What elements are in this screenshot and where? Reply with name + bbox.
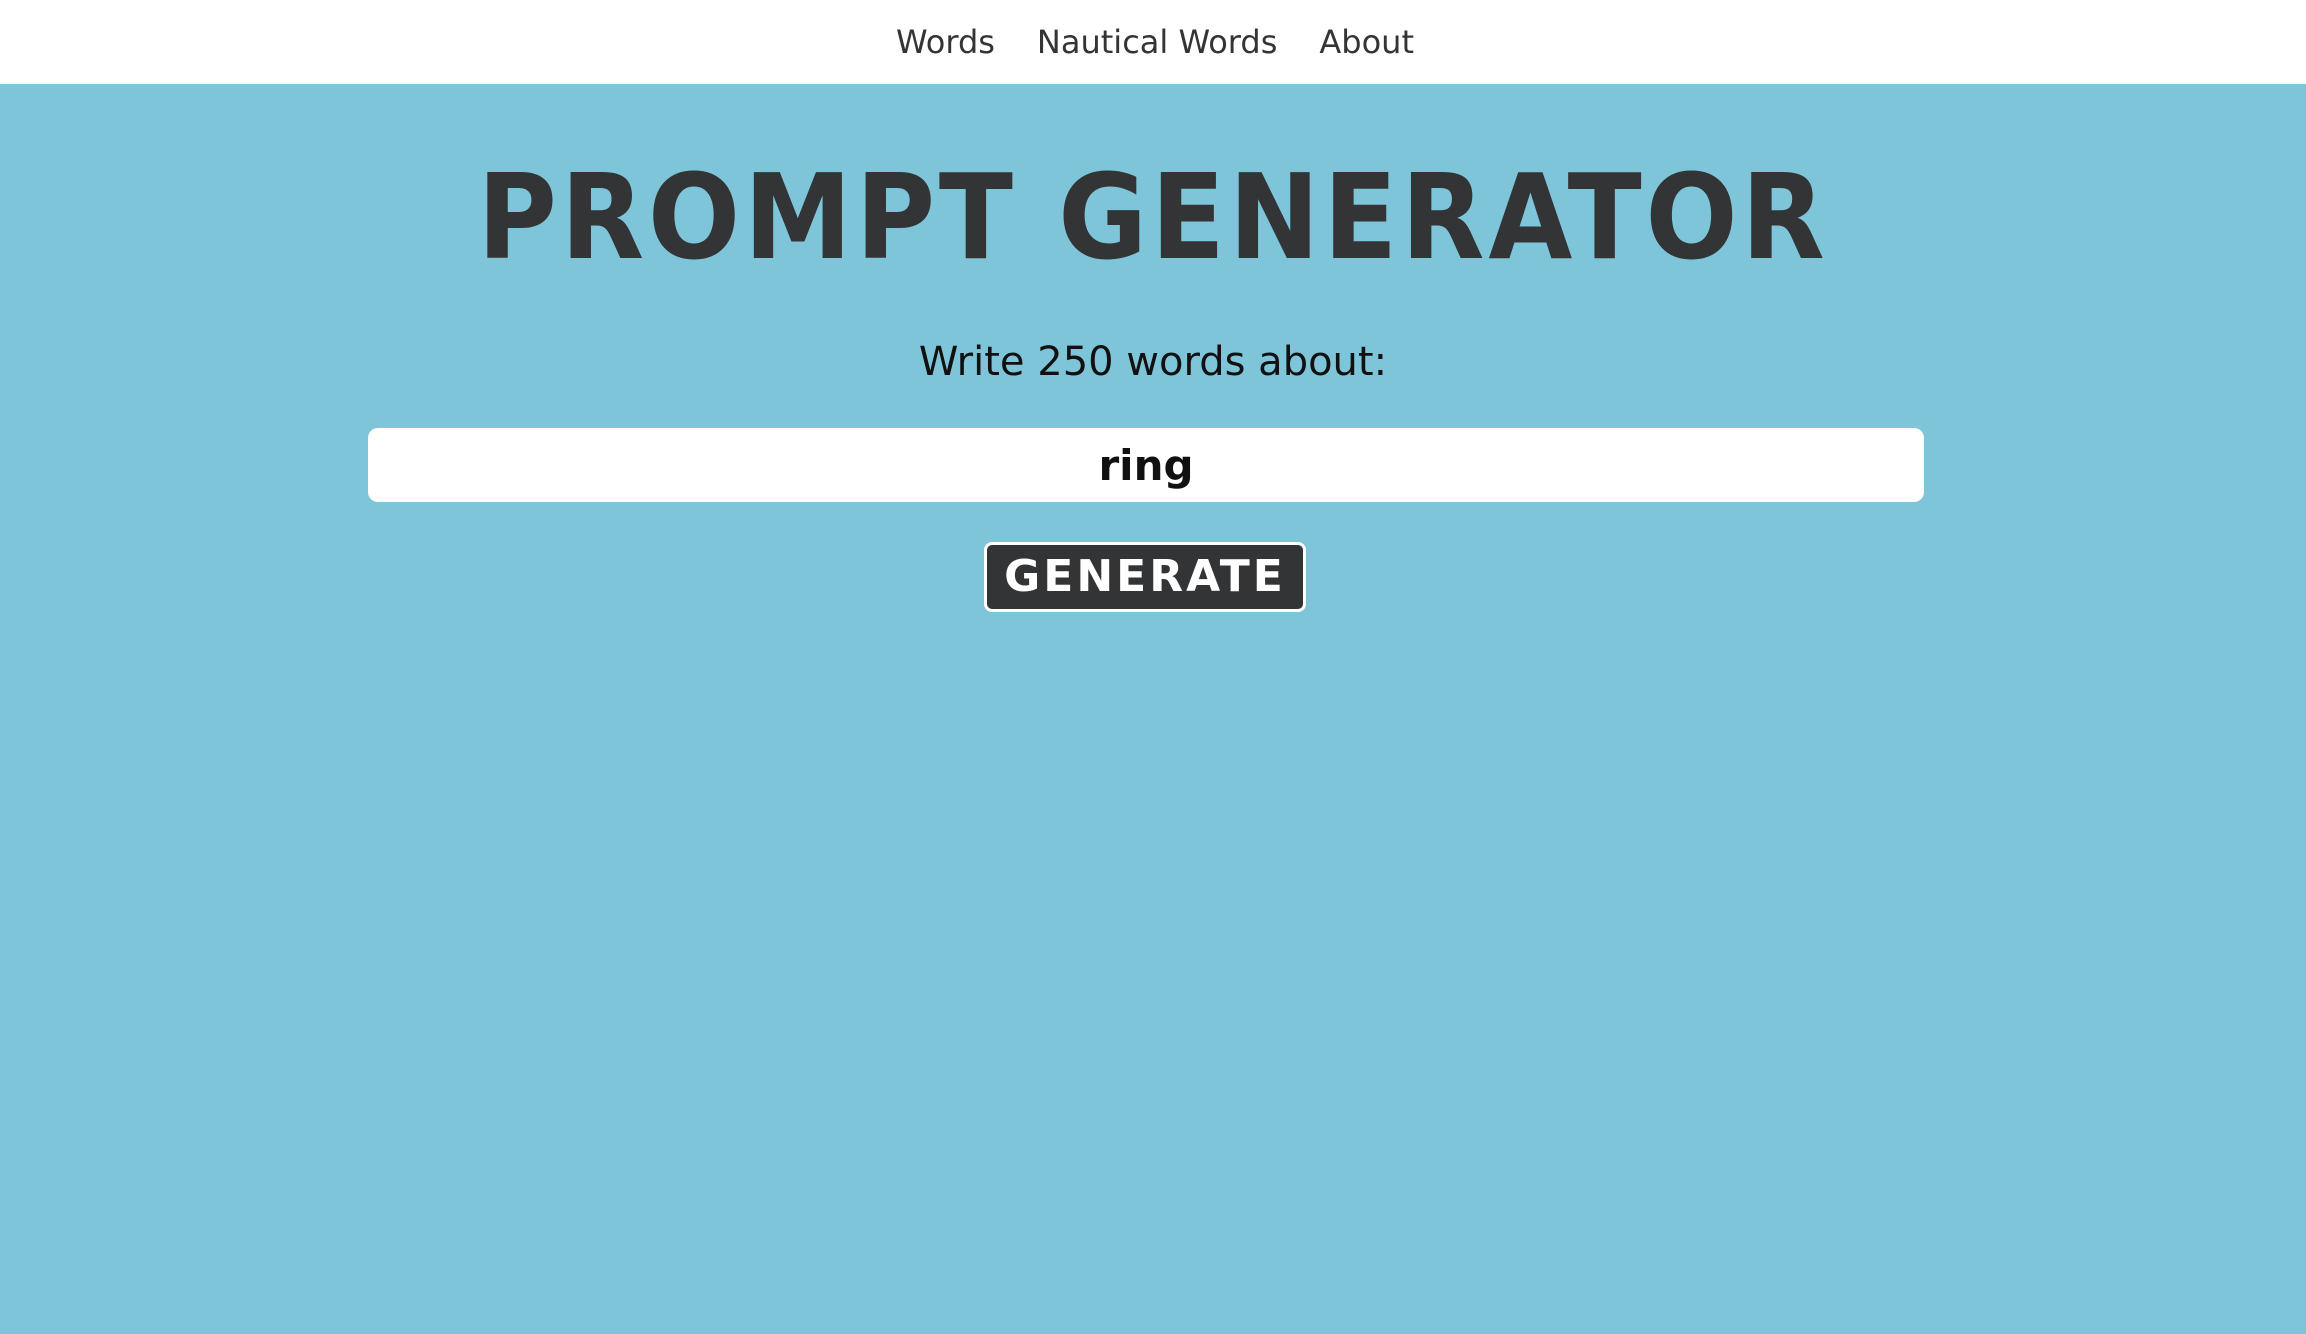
- nav-link-about[interactable]: About: [1319, 23, 1414, 61]
- page-title: PROMPT GENERATOR: [477, 148, 1829, 286]
- nav-links: Words Nautical Words About: [896, 23, 1414, 61]
- prompt-instruction: Write 250 words about:: [918, 339, 1388, 385]
- top-navbar: Words Nautical Words About: [0, 0, 2306, 84]
- generate-button[interactable]: GENERATE: [984, 542, 1306, 612]
- nav-link-nautical-words[interactable]: Nautical Words: [1037, 23, 1277, 61]
- nav-link-words[interactable]: Words: [896, 23, 995, 61]
- generated-word-field[interactable]: [368, 428, 1924, 502]
- main-content: PROMPT GENERATOR Write 250 words about: …: [0, 84, 2306, 1334]
